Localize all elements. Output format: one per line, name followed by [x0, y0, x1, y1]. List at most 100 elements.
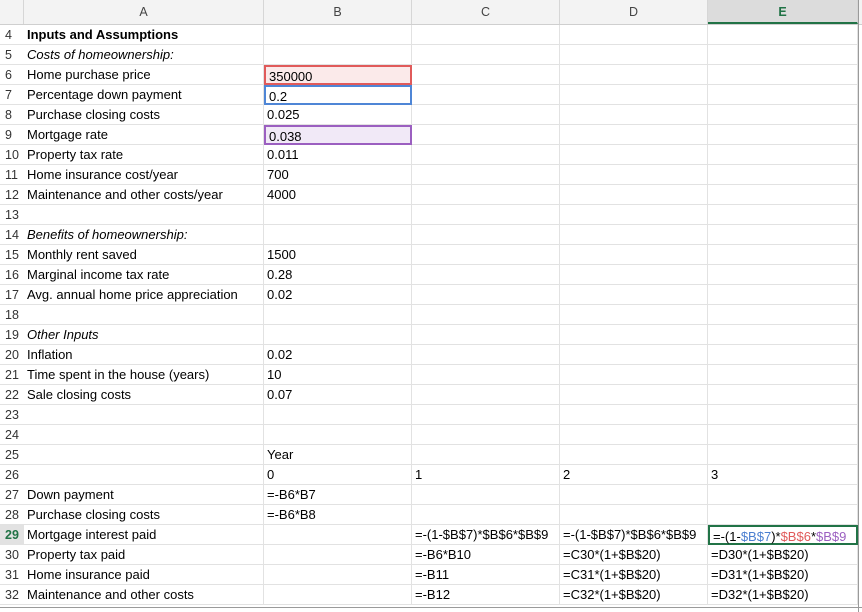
cell-b8[interactable]: 0.025 — [264, 105, 412, 125]
cell-a31[interactable]: Home insurance paid — [24, 565, 264, 585]
cell-b22[interactable]: 0.07 — [264, 385, 412, 405]
cell-c17[interactable] — [412, 285, 560, 305]
cell-e32[interactable]: =D32*(1+$B$20) — [708, 585, 858, 605]
cell-b27[interactable]: =-B6*B7 — [264, 485, 412, 505]
cell-e10[interactable] — [708, 145, 858, 165]
cell-e9[interactable] — [708, 125, 858, 145]
cell-d28[interactable] — [560, 505, 708, 525]
cell-d27[interactable] — [560, 485, 708, 505]
cell-b26[interactable]: 0 — [264, 465, 412, 485]
cell-e23[interactable] — [708, 405, 858, 425]
cell-d29[interactable]: =-(1-$B$7)*$B$6*$B$9 — [560, 525, 708, 545]
row-number[interactable]: 5 — [0, 45, 24, 65]
cell-d32[interactable]: =C32*(1+$B$20) — [560, 585, 708, 605]
column-header-c[interactable]: C — [412, 0, 560, 24]
cell-c18[interactable] — [412, 305, 560, 325]
cell-b29[interactable] — [264, 525, 412, 545]
cell-b32[interactable] — [264, 585, 412, 605]
cell-a17[interactable]: Avg. annual home price appreciation — [24, 285, 264, 305]
cell-c19[interactable] — [412, 325, 560, 345]
cell-a23[interactable] — [24, 405, 264, 425]
row-number[interactable]: 29 — [0, 525, 24, 545]
row-number[interactable]: 22 — [0, 385, 24, 405]
cell-a12[interactable]: Maintenance and other costs/year — [24, 185, 264, 205]
cell-a11[interactable]: Home insurance cost/year — [24, 165, 264, 185]
row-number[interactable]: 15 — [0, 245, 24, 265]
cell-d15[interactable] — [560, 245, 708, 265]
cell-e30[interactable]: =D30*(1+$B$20) — [708, 545, 858, 565]
cell-e12[interactable] — [708, 185, 858, 205]
cell-d16[interactable] — [560, 265, 708, 285]
cell-d25[interactable] — [560, 445, 708, 465]
cell-c10[interactable] — [412, 145, 560, 165]
cell-b9[interactable]: 0.038 — [264, 125, 412, 145]
cell-b13[interactable] — [264, 205, 412, 225]
row-number[interactable]: 9 — [0, 125, 24, 145]
row-number[interactable]: 28 — [0, 505, 24, 525]
cell-e17[interactable] — [708, 285, 858, 305]
cell-e5[interactable] — [708, 45, 858, 65]
cell-b17[interactable]: 0.02 — [264, 285, 412, 305]
row-number[interactable]: 18 — [0, 305, 24, 325]
cell-c5[interactable] — [412, 45, 560, 65]
cell-c14[interactable] — [412, 225, 560, 245]
row-number[interactable]: 21 — [0, 365, 24, 385]
cell-a26[interactable] — [24, 465, 264, 485]
cell-b28[interactable]: =-B6*B8 — [264, 505, 412, 525]
cell-c7[interactable] — [412, 85, 560, 105]
cell-c29[interactable]: =-(1-$B$7)*$B$6*$B$9 — [412, 525, 560, 545]
row-number[interactable]: 7 — [0, 85, 24, 105]
cell-e18[interactable] — [708, 305, 858, 325]
cell-c32[interactable]: =-B12 — [412, 585, 560, 605]
cell-a6[interactable]: Home purchase price — [24, 65, 264, 85]
cell-c21[interactable] — [412, 365, 560, 385]
cell-e21[interactable] — [708, 365, 858, 385]
cell-e4[interactable] — [708, 25, 858, 45]
cell-e8[interactable] — [708, 105, 858, 125]
row-number[interactable]: 31 — [0, 565, 24, 585]
cell-c20[interactable] — [412, 345, 560, 365]
cell-d4[interactable] — [560, 25, 708, 45]
cell-a27[interactable]: Down payment — [24, 485, 264, 505]
cell-e24[interactable] — [708, 425, 858, 445]
cell-a22[interactable]: Sale closing costs — [24, 385, 264, 405]
cell-b30[interactable] — [264, 545, 412, 565]
cell-e7[interactable] — [708, 85, 858, 105]
cell-b18[interactable] — [264, 305, 412, 325]
cell-a29[interactable]: Mortgage interest paid — [24, 525, 264, 545]
row-number[interactable]: 16 — [0, 265, 24, 285]
cell-b5[interactable] — [264, 45, 412, 65]
cell-b6[interactable]: 350000 — [264, 65, 412, 85]
row-number[interactable]: 32 — [0, 585, 24, 605]
row-number[interactable]: 24 — [0, 425, 24, 445]
cell-d21[interactable] — [560, 365, 708, 385]
column-header-e[interactable]: E — [708, 0, 858, 24]
cell-d5[interactable] — [560, 45, 708, 65]
cell-d24[interactable] — [560, 425, 708, 445]
column-header-d[interactable]: D — [560, 0, 708, 24]
cell-c15[interactable] — [412, 245, 560, 265]
spreadsheet-grid[interactable]: A B C D E 4 Inputs and Assumptions 5 Costs … — [0, 0, 862, 612]
row-number[interactable]: 14 — [0, 225, 24, 245]
row-number[interactable]: 27 — [0, 485, 24, 505]
cell-e20[interactable] — [708, 345, 858, 365]
cell-d22[interactable] — [560, 385, 708, 405]
cell-b20[interactable]: 0.02 — [264, 345, 412, 365]
cell-b31[interactable] — [264, 565, 412, 585]
cell-c26[interactable]: 1 — [412, 465, 560, 485]
row-number[interactable]: 12 — [0, 185, 24, 205]
cell-d14[interactable] — [560, 225, 708, 245]
cell-c12[interactable] — [412, 185, 560, 205]
cell-e13[interactable] — [708, 205, 858, 225]
cell-d6[interactable] — [560, 65, 708, 85]
cell-d23[interactable] — [560, 405, 708, 425]
cell-e26[interactable]: 3 — [708, 465, 858, 485]
cell-a13[interactable] — [24, 205, 264, 225]
cell-d13[interactable] — [560, 205, 708, 225]
cell-c6[interactable] — [412, 65, 560, 85]
cell-e19[interactable] — [708, 325, 858, 345]
cell-a4[interactable]: Inputs and Assumptions — [24, 25, 264, 45]
cell-c11[interactable] — [412, 165, 560, 185]
cell-b19[interactable] — [264, 325, 412, 345]
row-number[interactable]: 17 — [0, 285, 24, 305]
